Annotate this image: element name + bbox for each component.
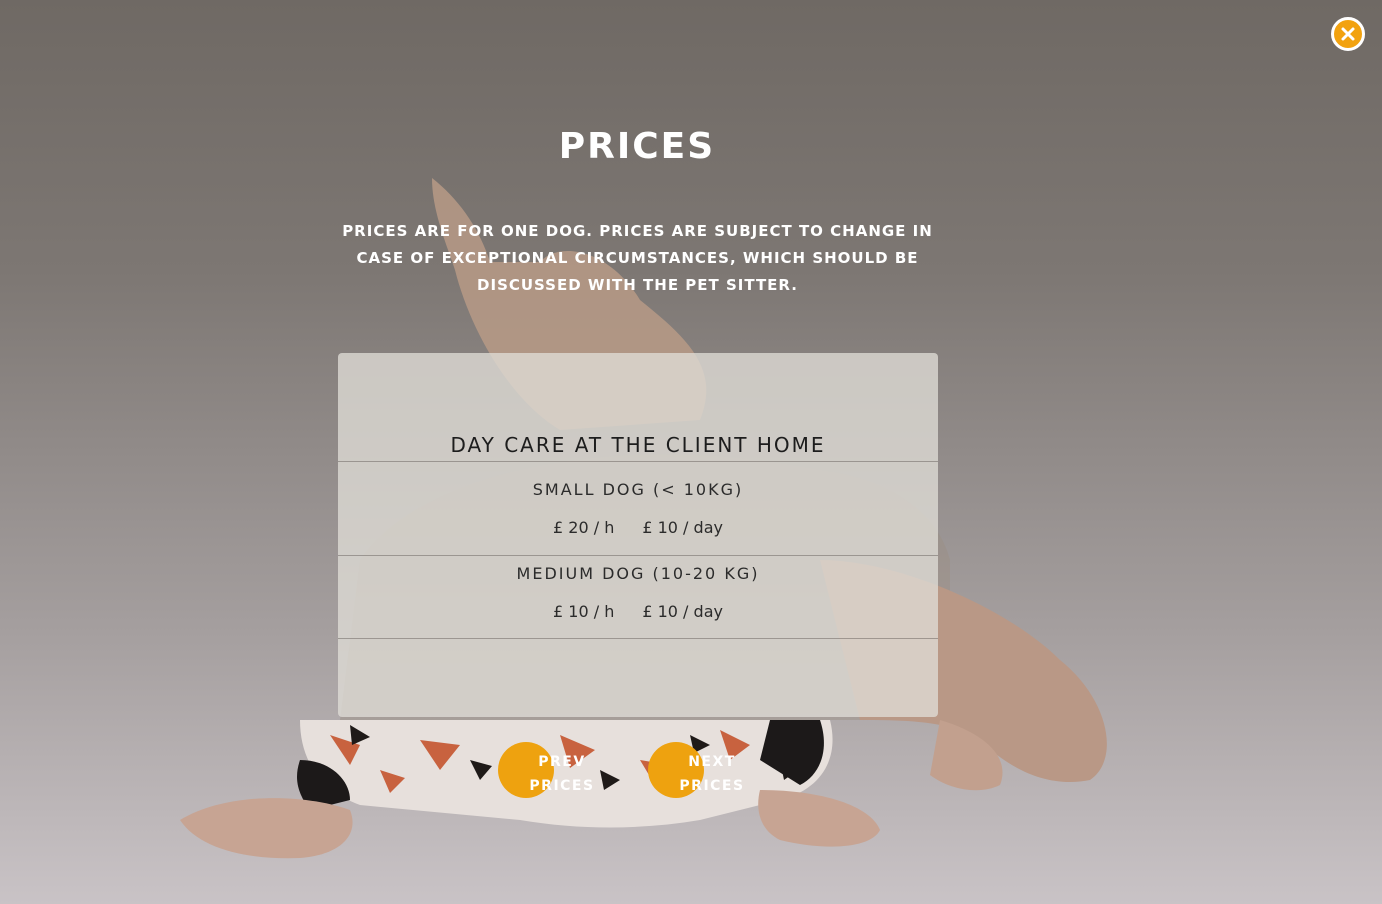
hourly-rate: £ 20 / h — [553, 518, 615, 537]
daily-rate: £ 10 / day — [642, 602, 723, 621]
price-card: DAY CARE AT THE CLIENT HOME SMALL DOG (<… — [338, 353, 938, 717]
hourly-rate: £ 10 / h — [553, 602, 615, 621]
close-icon — [1341, 27, 1355, 41]
close-button[interactable] — [1331, 17, 1365, 51]
tier-name: MEDIUM DOG (10-20 KG) — [516, 564, 760, 583]
divider — [338, 638, 938, 639]
divider — [338, 461, 938, 462]
daily-rate: £ 10 / day — [642, 518, 723, 537]
page-title: PRICES — [558, 126, 716, 167]
divider — [338, 555, 938, 556]
next-prices-button[interactable]: NEXT PRICES — [648, 742, 748, 798]
tier-name: SMALL DOG (< 10KG) — [532, 480, 744, 499]
prev-prices-button[interactable]: PREV PRICES — [498, 742, 598, 798]
tier-rates: £ 20 / h £ 10 / day — [338, 516, 938, 540]
prices-intro-text: PRICES ARE FOR ONE DOG. PRICES ARE SUBJE… — [342, 222, 933, 294]
price-tier-small: SMALL DOG (< 10KG) £ 20 / h £ 10 / day — [338, 478, 938, 540]
prev-button-label: PREV PRICES — [529, 754, 595, 794]
next-button-label: NEXT PRICES — [679, 754, 745, 794]
tier-rates: £ 10 / h £ 10 / day — [338, 600, 938, 624]
card-title: DAY CARE AT THE CLIENT HOME — [450, 433, 826, 457]
price-tier-medium: MEDIUM DOG (10-20 KG) £ 10 / h £ 10 / day — [338, 562, 938, 624]
